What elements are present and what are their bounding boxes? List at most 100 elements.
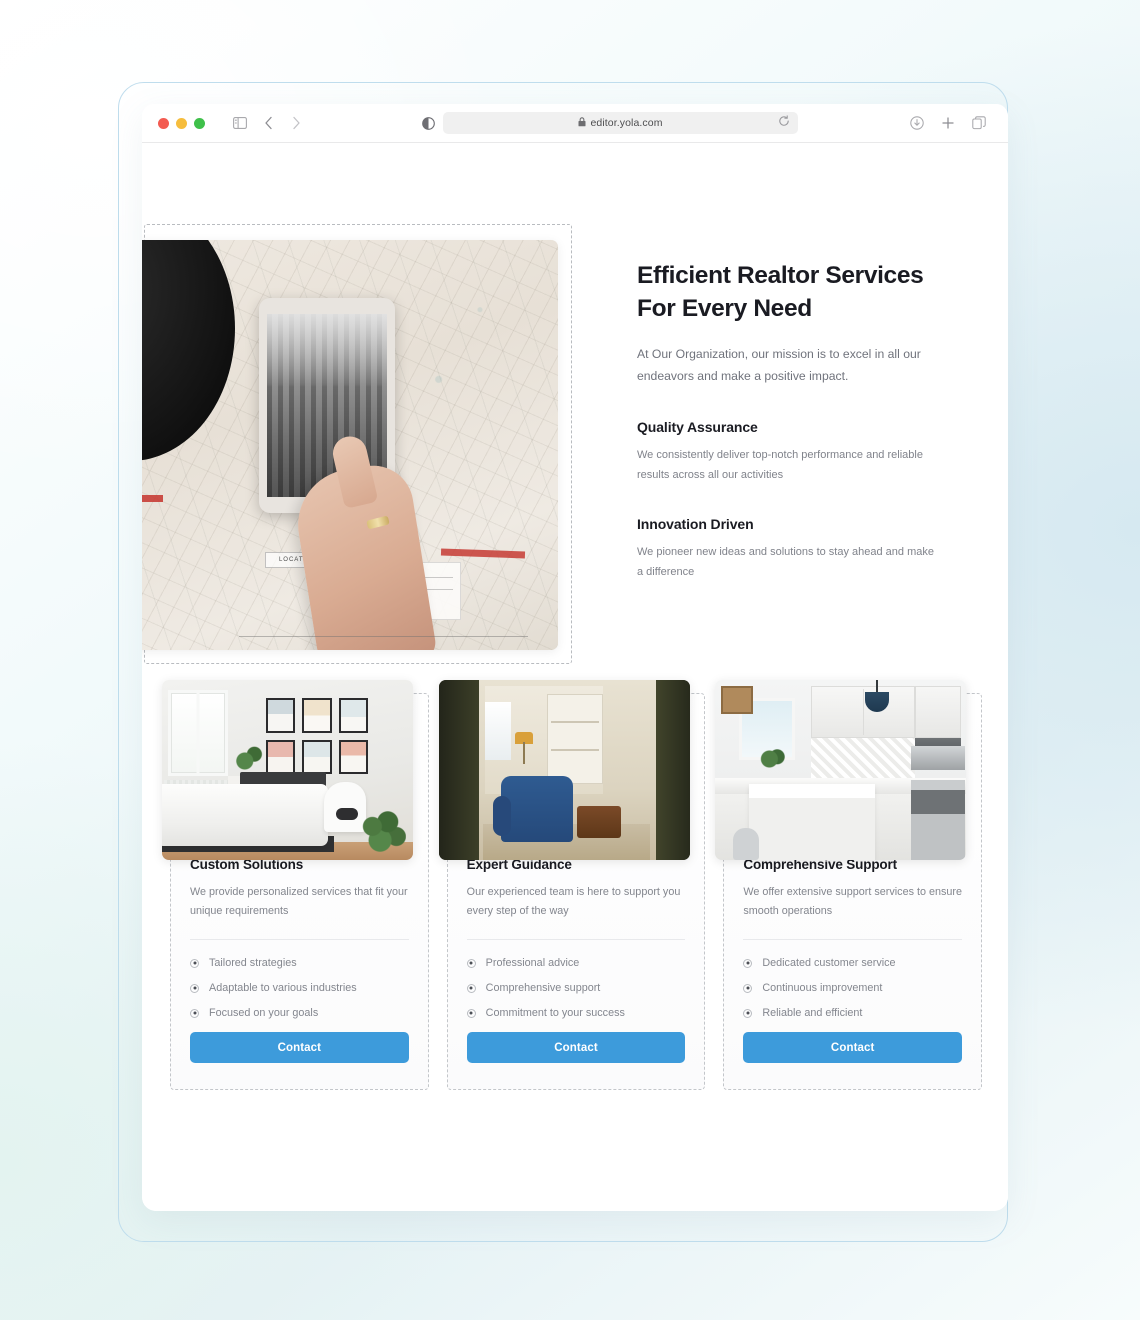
- list-item-label: Dedicated customer service: [762, 957, 896, 970]
- bullet-icon: [466, 983, 476, 993]
- feature-quality-assurance: Quality Assurance We consistently delive…: [637, 419, 937, 485]
- bookshelf-shape: [546, 694, 603, 784]
- list-item-label: Comprehensive support: [485, 982, 601, 995]
- plus-icon[interactable]: [935, 110, 961, 136]
- card-image-bedroom[interactable]: [162, 680, 413, 860]
- list-item: Comprehensive support: [466, 982, 686, 995]
- picture-frame: [338, 698, 368, 733]
- list-item: Professional advice: [466, 957, 686, 970]
- map-scale-bar: [239, 636, 528, 646]
- bullet-icon: [743, 1008, 753, 1018]
- microwave: [911, 746, 966, 770]
- bedroom-photo: [162, 680, 413, 860]
- bullet-icon: [743, 983, 753, 993]
- maximize-button[interactable]: [194, 117, 205, 129]
- contact-button[interactable]: Contact: [466, 1032, 686, 1064]
- lamp-stem: [522, 742, 525, 764]
- service-card-custom-solutions[interactable]: Custom Solutions We provide personalized…: [162, 680, 429, 1090]
- picture-frame: [266, 698, 296, 733]
- plant-shape: [358, 808, 406, 854]
- window-controls[interactable]: [158, 117, 205, 129]
- tab-overview-icon[interactable]: [966, 110, 992, 136]
- website-canvas: LOCATOR MAP Efficient Realtor Services F…: [142, 143, 1008, 1211]
- card-divider: [743, 939, 963, 941]
- list-item-label: Commitment to your success: [485, 1007, 625, 1020]
- page-title: Efficient Realtor Services For Every Nee…: [637, 262, 924, 322]
- upper-cabinets: [811, 686, 916, 738]
- service-card-comprehensive-support[interactable]: Comprehensive Support We offer extensive…: [715, 680, 983, 1090]
- hero-image[interactable]: LOCATOR MAP: [142, 240, 558, 650]
- list-item-label: Focused on your goals: [209, 1007, 319, 1020]
- bullet-icon: [190, 958, 199, 968]
- list-item-label: Reliable and efficient: [762, 1007, 863, 1020]
- url-text: editor.yola.com: [590, 117, 663, 129]
- address-bar-area: editor.yola.com: [315, 110, 898, 136]
- feature-body: We pioneer new ideas and solutions to st…: [637, 545, 934, 578]
- navigation-controls: [227, 110, 309, 136]
- living-room-photo: [438, 680, 690, 860]
- list-item: Commitment to your success: [466, 1007, 686, 1020]
- bed-with-duvet: [162, 784, 328, 846]
- corkboard-shape: [721, 686, 754, 714]
- blue-armchair: [500, 776, 573, 842]
- card-description: We provide personalized services that fi…: [190, 886, 408, 917]
- plant-shape: [759, 748, 786, 770]
- picture-frame: [302, 698, 332, 733]
- card-divider: [190, 939, 409, 941]
- picture-frame: [338, 739, 368, 774]
- list-item: Tailored strategies: [190, 957, 409, 969]
- url-bar[interactable]: editor.yola.com: [443, 112, 798, 134]
- window-shape: [484, 702, 511, 760]
- contact-button[interactable]: Contact: [190, 1032, 409, 1064]
- bullet-icon: [190, 1008, 199, 1018]
- hero-text-block: Efficient Realtor Services For Every Nee…: [637, 260, 937, 582]
- doorway-right: [655, 680, 690, 860]
- forward-arrow-icon[interactable]: [283, 110, 309, 136]
- download-icon[interactable]: [904, 110, 930, 136]
- browser-window: editor.yola.com LOCATOR Efficient Realto…: [142, 104, 1008, 1211]
- service-card-expert-guidance[interactable]: Expert Guidance Our experienced team is …: [438, 680, 706, 1090]
- list-item: Adaptable to various industries: [190, 982, 409, 994]
- toolbar-right-actions: [904, 110, 992, 136]
- doorway-left: [438, 680, 479, 860]
- list-item-label: Adaptable to various industries: [209, 982, 357, 995]
- browser-toolbar: editor.yola.com: [142, 104, 1008, 143]
- bullet-icon: [743, 958, 753, 968]
- bullet-icon: [190, 983, 199, 993]
- feature-innovation-driven: Innovation Driven We pioneer new ideas a…: [637, 516, 937, 582]
- card-image-living-room[interactable]: [438, 680, 690, 860]
- feature-body: We consistently deliver top-notch perfor…: [637, 448, 923, 481]
- services-card-row: Custom Solutions We provide personalized…: [162, 680, 983, 1090]
- picture-frame: [302, 739, 332, 774]
- feature-title: Quality Assurance: [637, 418, 758, 435]
- range-oven: [911, 780, 966, 860]
- card-divider: [466, 939, 686, 941]
- sidebar-toggle-icon[interactable]: [227, 110, 253, 136]
- lock-icon: [578, 114, 586, 132]
- list-item-label: Tailored strategies: [209, 957, 297, 970]
- card-feature-list: Tailored strategies Adaptable to various…: [190, 957, 409, 1019]
- reader-mode-icon[interactable]: [415, 110, 441, 136]
- card-image-kitchen[interactable]: [715, 680, 967, 860]
- list-item: Focused on your goals: [190, 1007, 409, 1019]
- list-item-label: Professional advice: [485, 957, 580, 970]
- reload-icon[interactable]: [778, 114, 790, 132]
- feature-title: Innovation Driven: [637, 515, 754, 532]
- list-item: Reliable and efficient: [743, 1007, 962, 1019]
- card-feature-list: Dedicated customer service Continuous im…: [743, 957, 962, 1019]
- picture-frame: [266, 739, 296, 774]
- list-item: Dedicated customer service: [743, 957, 962, 969]
- back-arrow-icon[interactable]: [255, 110, 281, 136]
- card-feature-list: Professional advice Comprehensive suppor…: [466, 957, 686, 1020]
- map-marker-line-left: [142, 495, 163, 502]
- wall-art-grid: [266, 698, 368, 774]
- close-button[interactable]: [158, 117, 169, 129]
- card-description: Our experienced team is here to support …: [466, 886, 681, 917]
- hero-subheading: At Our Organization, our mission is to e…: [637, 347, 921, 383]
- list-item: Continuous improvement: [743, 982, 962, 994]
- minimize-button[interactable]: [176, 117, 187, 129]
- contact-button[interactable]: Contact: [743, 1032, 963, 1064]
- list-item-label: Continuous improvement: [762, 982, 883, 995]
- url-content: editor.yola.com: [578, 114, 662, 132]
- bar-stool: [733, 828, 760, 860]
